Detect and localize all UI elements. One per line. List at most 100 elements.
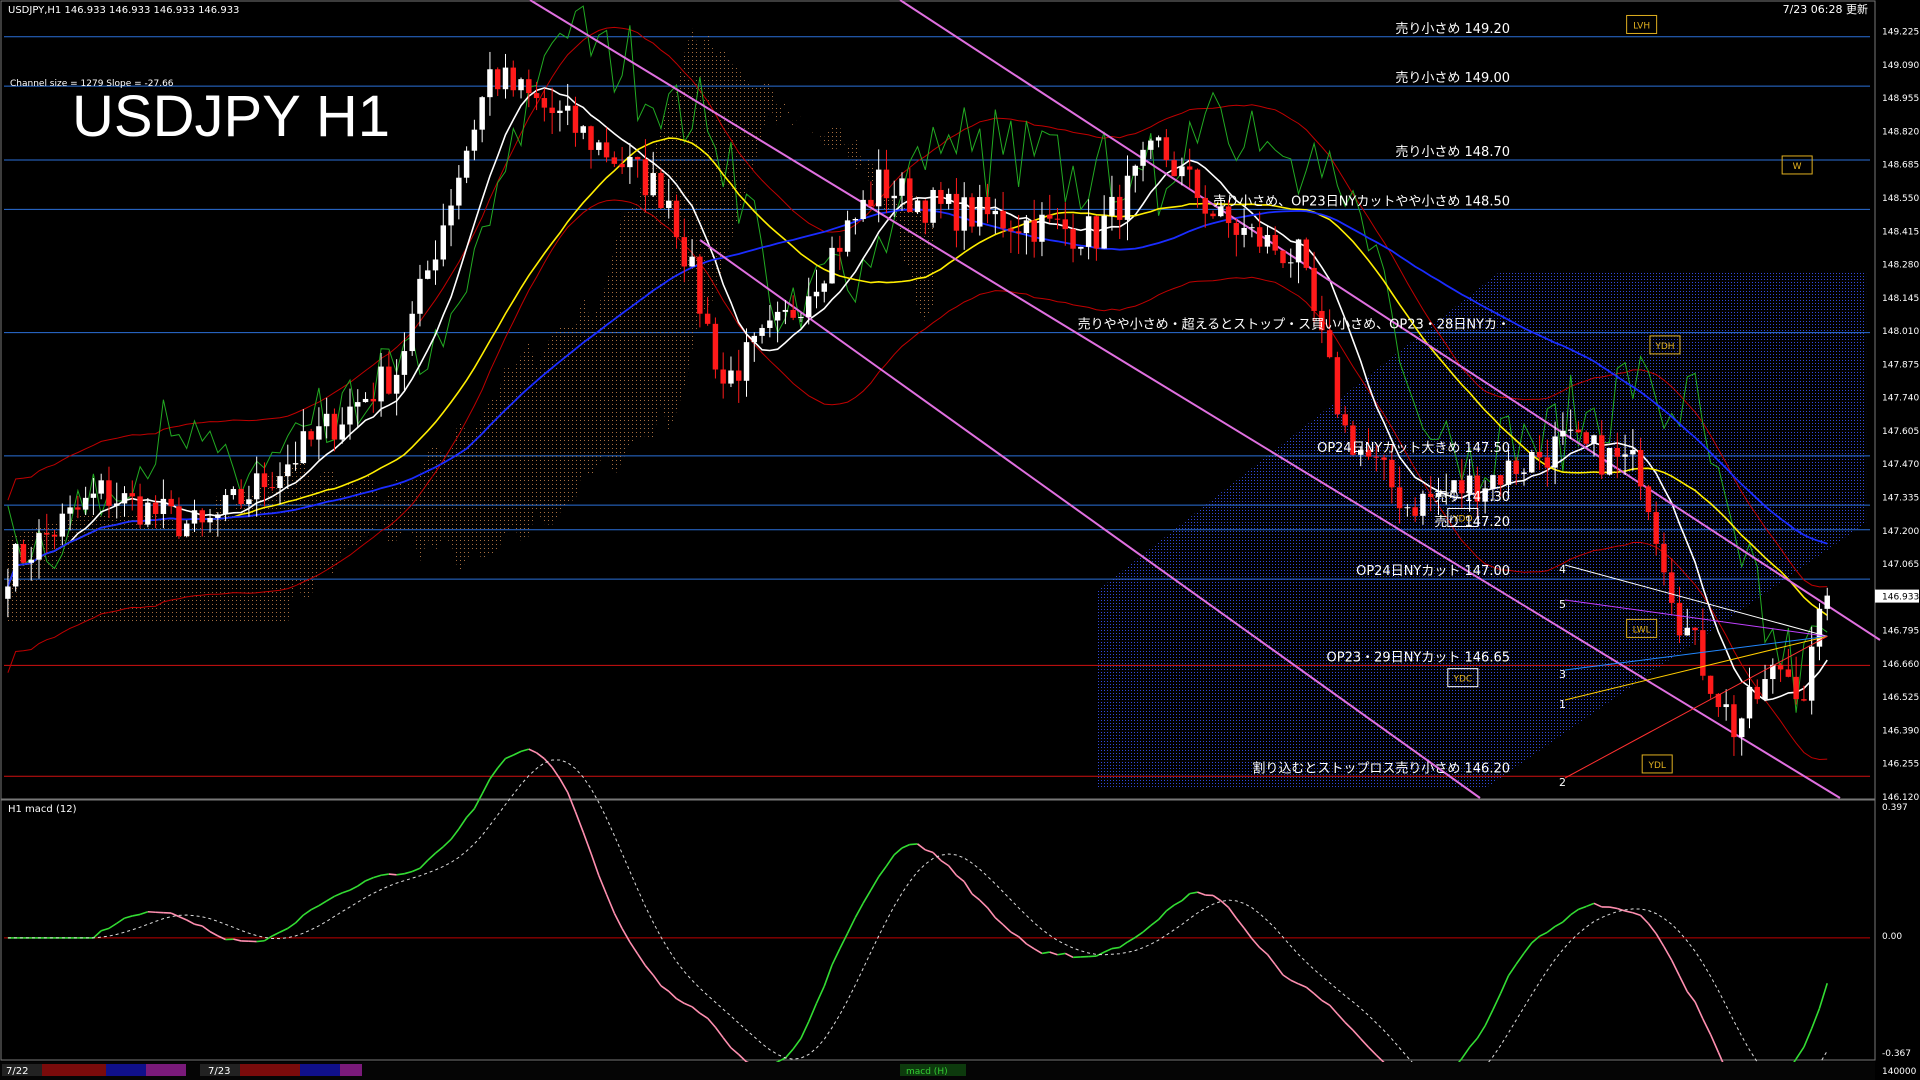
- candle-body: [90, 493, 97, 498]
- candle-body: [1140, 149, 1146, 166]
- candle-body: [1124, 175, 1131, 220]
- time-label-2: 7/23: [208, 1066, 230, 1077]
- candle-body: [1614, 447, 1621, 457]
- candle-body: [215, 514, 221, 518]
- candle-body: [1101, 215, 1107, 249]
- candle-body: [1311, 267, 1317, 311]
- price-axis-label: 146.120: [1882, 793, 1919, 803]
- candle-body: [129, 493, 136, 497]
- candle-body: [121, 493, 128, 504]
- candle-body: [1824, 595, 1830, 609]
- candle-body: [549, 107, 555, 114]
- macd-segment: [256, 939, 265, 943]
- candle-body: [930, 189, 936, 223]
- candle-body: [899, 178, 905, 196]
- candle-body: [1497, 475, 1504, 485]
- candle-body: [1723, 704, 1729, 708]
- level-annotation: 売りやや小さめ・超えるとストップ・ス買い小さめ、OP23・28日NYカ・: [1078, 317, 1510, 333]
- candle-body: [634, 156, 641, 160]
- candle-body: [1591, 435, 1597, 444]
- candle-body: [572, 105, 579, 133]
- candle-body: [1560, 430, 1566, 437]
- candle-body: [1529, 452, 1535, 473]
- candle-body: [137, 496, 143, 525]
- price-axis-label: 146.795: [1882, 627, 1919, 637]
- candle-body: [362, 398, 369, 403]
- candle-body: [1536, 452, 1543, 458]
- candle-body: [526, 79, 532, 94]
- candle-body: [1606, 447, 1613, 475]
- candle-body: [355, 402, 361, 407]
- level-annotation: 売り小さめ 149.20: [1395, 21, 1510, 37]
- candle-body: [300, 431, 307, 464]
- candle-body: [1163, 137, 1170, 161]
- macd-segment: [380, 873, 389, 877]
- level-annotation: 売り小さめ 148.70: [1395, 144, 1510, 160]
- candle-body: [852, 219, 859, 221]
- candle-body: [1653, 512, 1659, 544]
- candle-body: [518, 79, 524, 91]
- candle-body: [494, 69, 501, 90]
- candle-body: [456, 177, 462, 206]
- candle-body: [1637, 449, 1644, 487]
- candle-body: [323, 413, 330, 427]
- candle-body: [160, 498, 167, 514]
- candle-body: [945, 193, 952, 204]
- candle-body: [370, 398, 377, 402]
- candle-body: [1630, 449, 1636, 455]
- candle-body: [176, 506, 182, 537]
- candle-body: [969, 197, 975, 227]
- candle-body: [1567, 429, 1574, 431]
- candle-body: [603, 142, 610, 158]
- candle-body: [1396, 487, 1403, 509]
- candle-body: [75, 507, 81, 510]
- level-annotation: OP24日NYカット 147.00: [1356, 564, 1510, 579]
- candle-body: [253, 473, 260, 500]
- candle-body: [82, 497, 89, 510]
- projection-number: 4: [1559, 563, 1566, 576]
- candle-body: [1342, 414, 1348, 426]
- candle-body: [1078, 246, 1084, 249]
- candle-body: [502, 67, 509, 90]
- price-axis-label: 148.010: [1882, 327, 1919, 337]
- candle-body: [704, 313, 711, 324]
- candle-body: [1171, 160, 1177, 177]
- candle-body: [269, 487, 275, 489]
- candle-body: [650, 173, 656, 196]
- candle-body: [1054, 218, 1061, 220]
- candle-body: [813, 291, 820, 297]
- candle-body: [36, 533, 42, 560]
- candle-body: [1738, 718, 1745, 738]
- level-box-label: YDL: [1647, 761, 1665, 771]
- projection-number: 1: [1559, 698, 1566, 711]
- candle-body: [106, 480, 112, 506]
- candle-body: [1179, 166, 1185, 177]
- level-annotation: OP23・29日NYカット 146.65: [1327, 650, 1510, 665]
- price-axis-label: 147.065: [1882, 560, 1919, 570]
- candle-body: [953, 193, 960, 231]
- level-box-label: LWL: [1633, 625, 1651, 635]
- candle-body: [1116, 196, 1123, 220]
- candle-body: [191, 510, 198, 524]
- candle-body: [992, 210, 999, 215]
- macd-axis-volume: 140000: [1882, 1067, 1917, 1077]
- level-box-label: W: [1793, 162, 1802, 172]
- candle-body: [230, 489, 237, 496]
- macd-segment: [388, 873, 397, 876]
- candle-body: [1692, 627, 1698, 631]
- candle-body: [98, 480, 104, 494]
- price-axis-label: 148.820: [1882, 127, 1919, 137]
- candle-body: [1132, 165, 1138, 176]
- candle-body: [246, 499, 252, 505]
- candle-body: [1241, 227, 1247, 235]
- candle-body: [238, 489, 244, 505]
- candle-body: [743, 342, 750, 381]
- candle-body: [790, 309, 796, 318]
- candle-body: [1256, 227, 1263, 247]
- candle-body: [1288, 262, 1294, 264]
- projection-number: 3: [1559, 668, 1566, 681]
- price-axis-label: 147.335: [1882, 494, 1919, 504]
- macd-segment: [1088, 955, 1097, 958]
- candle-body: [1707, 675, 1714, 694]
- candle-body: [798, 316, 804, 318]
